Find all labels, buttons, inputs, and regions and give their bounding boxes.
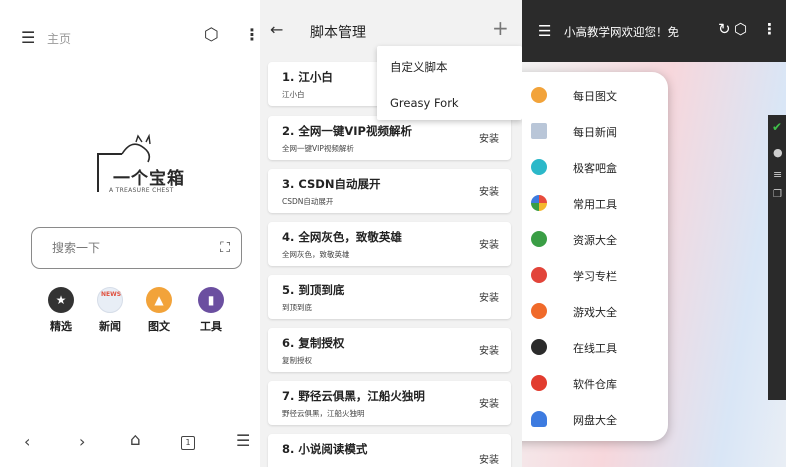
drawer-item-daily-news[interactable]: 每日新闻 <box>522 114 668 150</box>
forward-icon[interactable]: › <box>79 432 85 451</box>
shortcut-label: 新闻 <box>99 320 121 333</box>
drawer-item-daily-images[interactable]: 每日图文 <box>522 78 668 114</box>
copy-icon[interactable]: ❐ <box>773 189 782 200</box>
back-icon[interactable]: ‹ <box>24 432 30 451</box>
extension-icon[interactable]: ⬡ <box>734 20 747 38</box>
drawer-item-games[interactable]: 游戏大全 <box>522 294 668 330</box>
news-icon: NEWS <box>97 287 123 313</box>
list-icon[interactable]: ≡ <box>773 168 782 181</box>
home-screen: ☰ 主页 ⬡ ⋮ 一个宝箱 A TREASURE CHEST ⛶ ★ 精选 NE… <box>0 0 260 467</box>
page-title: 小高教学网欢迎您！免 <box>564 25 679 39</box>
drawer-item-study[interactable]: 学习专栏 <box>522 258 668 294</box>
script-manager-screen: ← 脚本管理 + 1. 江小白 江小白 2. 全网一键VIP视频解析 全网一键V… <box>260 0 522 467</box>
shortcut-news[interactable]: NEWS 新闻 <box>88 287 132 334</box>
menu-icon[interactable]: ☰ <box>236 431 250 450</box>
drawer-item-software[interactable]: 软件仓库 <box>522 366 668 402</box>
user-icon[interactable]: ● <box>773 146 783 159</box>
add-script-menu: 自定义脚本 Greasy Fork <box>377 46 522 120</box>
scan-icon[interactable]: ⛶ <box>215 238 235 258</box>
box-icon <box>531 159 547 175</box>
cloud-icon <box>531 411 547 427</box>
website-screen: ☰ 小高教学网欢迎您！免 ↻ ⬡ ⋮ ✔ ● ≡ ❐ 每日图文 每日新闻 极客吧… <box>522 0 786 467</box>
image-icon <box>531 87 547 103</box>
shortcut-featured[interactable]: ★ 精选 <box>39 287 83 334</box>
home-title: 主页 <box>47 32 72 46</box>
tools-icon <box>531 195 547 211</box>
script-item[interactable]: 8. 小说阅读模式 安装 <box>268 434 511 467</box>
reload-icon[interactable]: ↻ <box>718 20 731 38</box>
navigation-drawer: 每日图文 每日新闻 极客吧盒 常用工具 资源大全 学习专栏 游戏大全 在线工具 <box>522 72 668 441</box>
shortcut-images[interactable]: ▲ 图文 <box>137 287 181 334</box>
script-item[interactable]: 7. 野径云俱黑，江船火独明 野径云俱黑，江船火独明 安装 <box>268 381 511 425</box>
star-icon: ★ <box>48 287 74 313</box>
menu-item-greasy-fork[interactable]: Greasy Fork <box>390 96 459 110</box>
menu-icon[interactable]: ☰ <box>538 22 551 40</box>
shortcut-label: 图文 <box>148 320 170 333</box>
logo-text: 一个宝箱 <box>113 169 185 189</box>
drawer-item-cloud-drives[interactable]: 网盘大全 <box>522 402 668 438</box>
install-button[interactable]: 安装 <box>479 342 499 357</box>
page-title: 脚本管理 <box>310 25 366 41</box>
script-item[interactable]: 5. 到顶到底 到顶到底 安装 <box>268 275 511 319</box>
script-item[interactable]: 2. 全网一键VIP视频解析 全网一键VIP视频解析 安装 <box>268 116 511 160</box>
logo-subtext: A TREASURE CHEST <box>109 187 174 194</box>
install-button[interactable]: 安装 <box>479 130 499 145</box>
website-header: ☰ 小高教学网欢迎您！免 ↻ ⬡ ⋮ <box>522 0 786 62</box>
tools-icon: ▮ <box>198 287 224 313</box>
install-button[interactable]: 安装 <box>479 289 499 304</box>
drawer-item-online-tools[interactable]: 在线工具 <box>522 330 668 366</box>
image-icon: ▲ <box>146 287 172 313</box>
script-item[interactable]: 6. 复制授权 复制授权 安装 <box>268 328 511 372</box>
search-input[interactable] <box>52 238 192 258</box>
news-icon <box>531 123 547 139</box>
back-arrow-icon[interactable]: ← <box>270 20 283 39</box>
menu-item-custom-script[interactable]: 自定义脚本 <box>390 59 448 75</box>
search-box[interactable]: ⛶ <box>31 227 242 269</box>
game-icon <box>531 303 547 319</box>
more-options-icon[interactable]: ⋮ <box>762 20 777 38</box>
install-button[interactable]: 安装 <box>479 183 499 198</box>
install-button[interactable]: 安装 <box>479 395 499 410</box>
bottom-nav: ‹ › ⌂ 1 ☰ <box>0 427 260 457</box>
drawer-item-geek-box[interactable]: 极客吧盒 <box>522 150 668 186</box>
add-icon[interactable]: + <box>492 16 509 40</box>
extension-icon[interactable]: ⬡ <box>204 25 219 45</box>
shortcut-label: 工具 <box>200 320 222 333</box>
script-item[interactable]: 3. CSDN自动展开 CSDN自动展开 安装 <box>268 169 511 213</box>
shortcut-label: 精选 <box>50 320 72 333</box>
install-button[interactable]: 安装 <box>479 236 499 251</box>
menu-icon[interactable]: ☰ <box>21 28 35 47</box>
compass-icon <box>531 339 547 355</box>
download-icon <box>531 375 547 391</box>
study-icon <box>531 267 547 283</box>
home-header: ☰ 主页 ⬡ ⋮ <box>0 0 260 72</box>
script-item[interactable]: 4. 全网灰色，致敬英雄 全网灰色，致敬英雄 安装 <box>268 222 511 266</box>
drawer-item-common-tools[interactable]: 常用工具 <box>522 186 668 222</box>
home-icon[interactable]: ⌂ <box>130 430 141 450</box>
shortcut-tools[interactable]: ▮ 工具 <box>189 287 233 334</box>
resource-icon <box>531 231 547 247</box>
drawer-item-resources[interactable]: 资源大全 <box>522 222 668 258</box>
tabs-count-icon[interactable]: 1 <box>181 436 195 450</box>
install-button[interactable]: 安装 <box>479 451 499 466</box>
more-options-icon[interactable]: ⋮ <box>244 25 260 44</box>
check-icon[interactable]: ✔ <box>772 120 782 134</box>
